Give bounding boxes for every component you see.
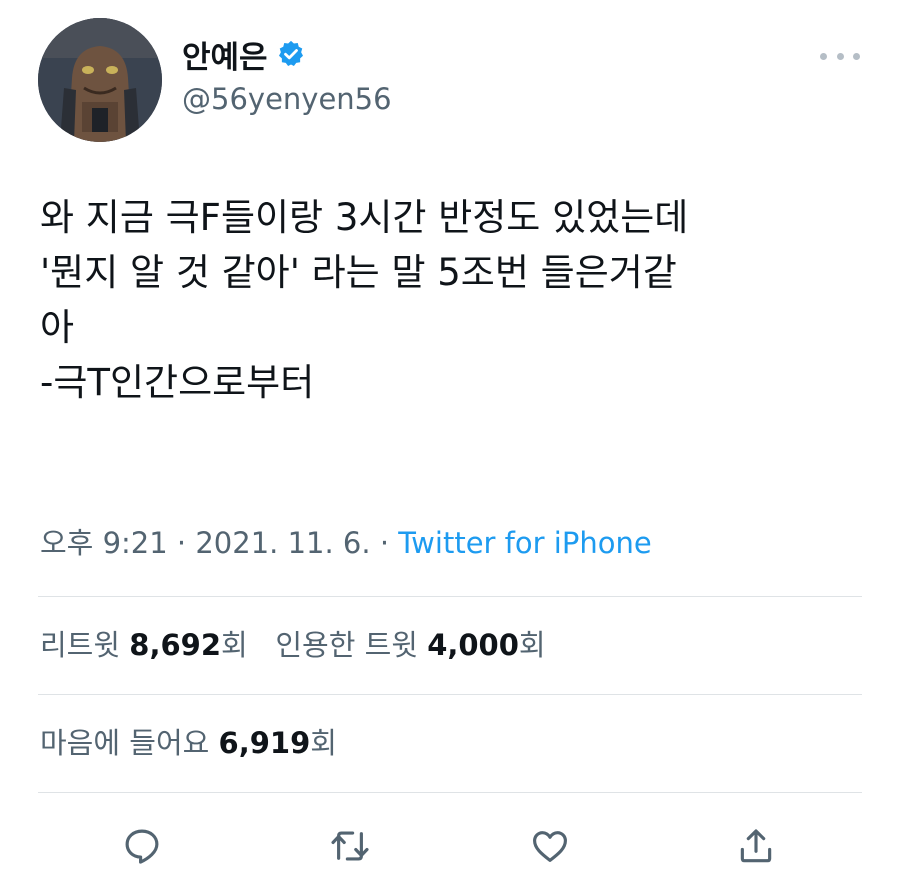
like-button[interactable] [522, 818, 578, 874]
quotes-suffix: 회 [518, 628, 546, 662]
user-handle[interactable]: @56yenyen56 [182, 82, 392, 116]
dot [853, 52, 860, 60]
likes-label: 마음에 들어요 [40, 726, 210, 760]
avatar-image [38, 18, 162, 142]
likes-suffix: 회 [310, 726, 337, 760]
tweet-time[interactable]: 오후 9:21 [40, 526, 168, 560]
user-name-row[interactable]: 안예은 [182, 32, 306, 76]
tweet-date[interactable]: 2021. 11. 6. [195, 526, 370, 560]
more-options-icon[interactable] [820, 44, 860, 68]
tweet-action-bar [0, 818, 900, 874]
likes-count: 6,919 [218, 726, 311, 760]
avatar[interactable] [38, 18, 162, 142]
share-button[interactable] [728, 818, 784, 874]
likes-stat[interactable]: 마음에 들어요 6,919회 [40, 726, 337, 760]
display-name[interactable]: 안예은 [182, 32, 268, 77]
reply-button[interactable] [114, 818, 170, 874]
meta-separator: · [167, 526, 196, 560]
tweet-source-link[interactable]: Twitter for iPhone [398, 526, 651, 560]
tweet-line: '뭔지 알 것 같아' 라는 말 5조번 들은거같 [40, 251, 677, 294]
retweets-suffix: 회 [221, 628, 248, 662]
retweet-icon [331, 831, 369, 861]
heart-icon [533, 831, 567, 862]
reply-icon [125, 829, 159, 864]
quotes-stat[interactable]: 인용한 트윗 4,000회 [275, 628, 545, 662]
tweet-line: -극T인간으로부터 [40, 361, 315, 404]
divider [38, 694, 862, 695]
tweet-text: 와 지금 극F들이랑 3시간 반정도 있었는데 '뭔지 알 것 같아' 라는 말… [40, 190, 870, 410]
stats-row-retweets: 리트윗 8,692회 인용한 트윗 4,000회 [40, 622, 546, 664]
stats-row-likes: 마음에 들어요 6,919회 [40, 720, 337, 762]
dot [820, 52, 827, 60]
divider [38, 792, 862, 793]
retweet-button[interactable] [322, 818, 378, 874]
divider [38, 596, 862, 597]
tweet-line: 와 지금 극F들이랑 3시간 반정도 있었는데 [40, 196, 689, 239]
share-icon [740, 829, 772, 863]
quotes-count: 4,000 [427, 628, 519, 662]
tweet-line: 아 [40, 306, 75, 349]
tweet-meta: 오후 9:21 · 2021. 11. 6. · Twitter for iPh… [40, 520, 652, 562]
dot [836, 52, 844, 60]
quotes-label: 인용한 트윗 [275, 628, 418, 662]
retweets-count: 8,692 [129, 628, 221, 662]
verified-badge-icon [276, 39, 306, 69]
meta-separator: · [370, 526, 399, 560]
retweets-stat[interactable]: 리트윗 8,692회 [40, 628, 248, 662]
retweets-label: 리트윗 [40, 628, 121, 662]
